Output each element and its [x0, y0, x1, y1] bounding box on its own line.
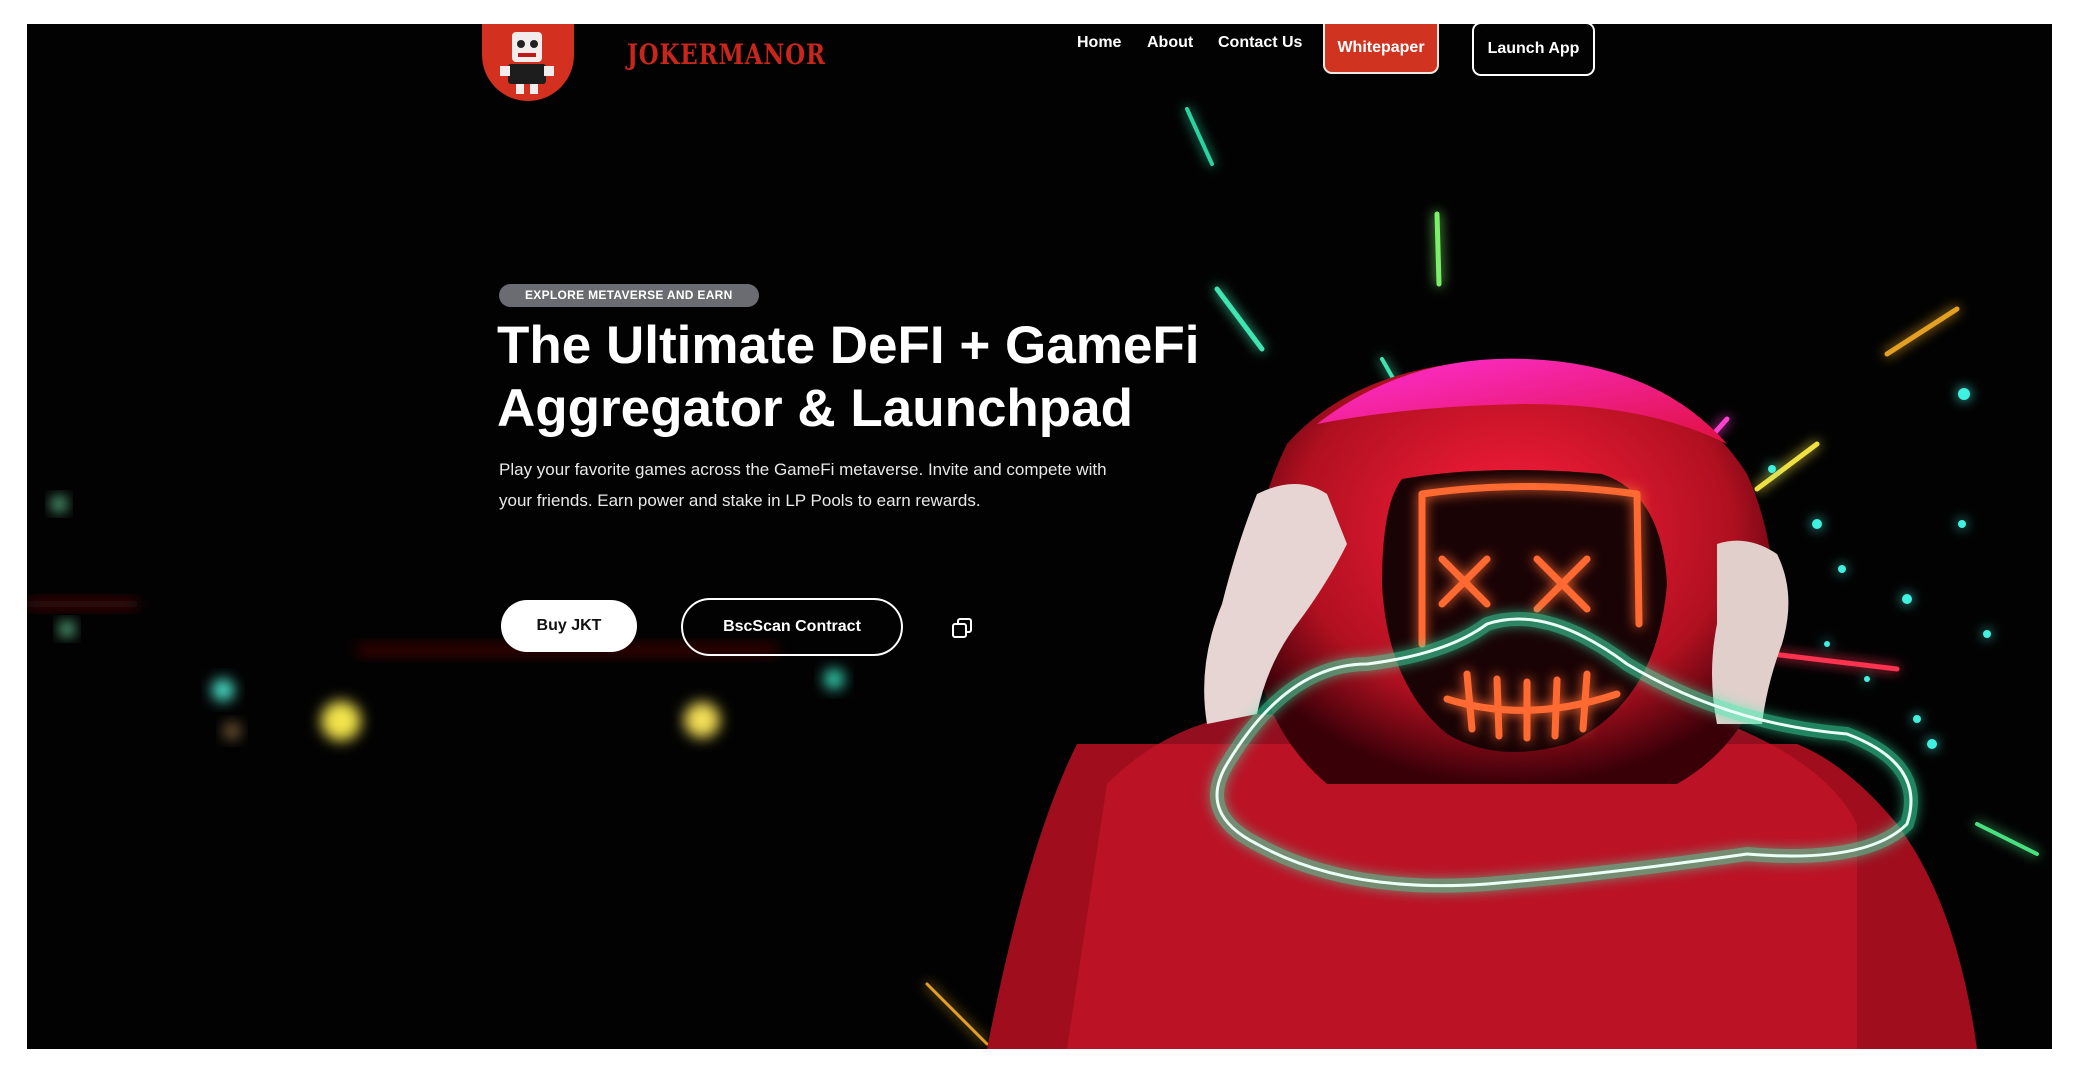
nav-contact-us[interactable]: Contact Us — [1218, 34, 1302, 52]
hero-section: JOKERMANOR Home About Contact Us Whitepa… — [27, 24, 2052, 1049]
hooded-figure — [987, 358, 1977, 1049]
hero-description: Play your favorite games across the Game… — [499, 460, 1107, 510]
whitepaper-button[interactable]: Whitepaper — [1323, 24, 1439, 74]
nav-about[interactable]: About — [1147, 34, 1193, 52]
hero-artwork — [27, 107, 2039, 1049]
brand-logo[interactable] — [482, 24, 574, 101]
browser-viewport: JOKERMANOR Home About Contact Us Whitepa… — [0, 0, 2079, 1065]
hero-title: The Ultimate DeFI + GameFi Aggregator & … — [497, 314, 1317, 440]
copy-icon[interactable] — [951, 617, 973, 639]
joker-face-logo-icon — [500, 32, 554, 94]
hero-eyebrow-badge: EXPLORE METAVERSE AND EARN — [499, 284, 759, 307]
hero-title-line-2: Aggregator & Launchpad — [497, 379, 1134, 438]
hero-title-line-1: The Ultimate DeFI + GameFi — [497, 316, 1200, 375]
launch-app-button[interactable]: Launch App — [1472, 24, 1595, 76]
buy-jkt-button[interactable]: Buy JKT — [501, 600, 637, 652]
brand-name[interactable]: JOKERMANOR — [627, 38, 826, 71]
bscscan-contract-button[interactable]: BscScan Contract — [681, 598, 903, 656]
nav-home[interactable]: Home — [1077, 34, 1121, 52]
